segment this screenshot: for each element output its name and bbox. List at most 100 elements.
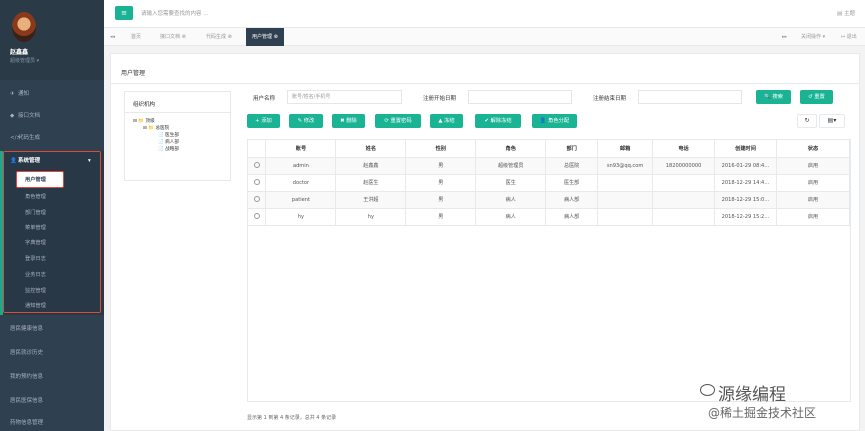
nav-item-codegen[interactable]: </>代码生成: [0, 131, 104, 145]
tab-codegen[interactable]: 代码生成 ⊗: [206, 28, 232, 46]
reset-password-button[interactable]: ⟳ 重置密码: [375, 114, 421, 128]
tree-node-patient-dept[interactable]: 📄 病人部: [158, 139, 179, 145]
tab-api-docs[interactable]: 接口文档 ⊗: [160, 28, 186, 46]
tree-node-root[interactable]: ⊟ 📁 顶级: [133, 118, 155, 124]
radio-icon[interactable]: [253, 195, 260, 202]
cell-name: hy: [335, 208, 407, 226]
cell-account: doctor: [265, 174, 337, 192]
nav-item-health-info[interactable]: 居民健康信息: [0, 322, 104, 336]
tabs-prev-icon[interactable]: ◂◂: [110, 28, 115, 46]
col-phone[interactable]: 电话: [652, 140, 716, 158]
page-title: 用户管理: [121, 70, 146, 77]
close-ops-dropdown[interactable]: 关闭操作 ▾: [801, 28, 825, 46]
reset-button[interactable]: ↺ 重置: [800, 90, 833, 104]
content-panel: 用户管理 组织机构 ⊟ 📁 顶级 ⊟ 📁 总医院 📄 医生部 📄 病人部 📄 战…: [110, 53, 860, 431]
search-button[interactable]: 🔍 搜索: [756, 90, 791, 104]
theme-button[interactable]: ▤ 主题: [837, 9, 855, 17]
end-date-label: 注册结束日期: [593, 96, 627, 102]
table-row[interactable]: doctor 赵医生 男 医生 医生部 2018-12-29 14:4… 启用: [248, 174, 850, 192]
col-name[interactable]: 姓名: [335, 140, 407, 158]
avatar[interactable]: [12, 12, 36, 42]
col-dept[interactable]: 部门: [545, 140, 599, 158]
table-row[interactable]: patient 王洪超 男 病人 病人部 2018-12-29 15:0… 启用: [248, 191, 850, 209]
columns-toggle-icon[interactable]: ▤▾: [819, 114, 845, 128]
row-radio[interactable]: [248, 208, 267, 226]
table-row[interactable]: hy hy 男 病人 病人部 2018-12-29 15:2… 启用: [248, 208, 850, 226]
end-date-input[interactable]: [638, 90, 742, 104]
row-radio[interactable]: [248, 191, 267, 209]
tree-node-doctor-dept[interactable]: 📄 医生部: [158, 132, 179, 138]
cell-status: 启用: [776, 174, 850, 192]
tabs-next-icon[interactable]: ▸▸: [782, 28, 787, 46]
cell-dept: 病人部: [545, 191, 599, 209]
radio-icon[interactable]: [253, 178, 260, 185]
user-table: 账号 姓名 性别 角色 部门 邮箱 电话 创建时间 状态 admin 赵鑫鑫 男: [247, 139, 851, 402]
nav-item-drug-mgmt[interactable]: 药物信息管理: [0, 416, 104, 430]
cell-dept: 总医院: [545, 157, 599, 175]
username-label: 用户名称: [253, 96, 276, 102]
start-date-input[interactable]: [468, 90, 572, 104]
col-role[interactable]: 角色: [475, 140, 547, 158]
top-bar: ≡ 请输入您需要查找的内容 … ▤ 主题: [104, 0, 865, 28]
tabs-bar: ◂◂ 首页 接口文档 ⊗ 代码生成 ⊗ 用户管理 ⊗ ▸▸ 关闭操作 ▾ ↦ 退…: [104, 28, 865, 46]
tree-node-hospital[interactable]: ⊟ 📁 总医院: [143, 125, 169, 131]
annotation-box: [3, 151, 101, 313]
code-icon: </>: [10, 135, 22, 141]
cell-role: 病人: [475, 191, 547, 209]
cell-account: admin: [265, 157, 337, 175]
cell-account: patient: [265, 191, 337, 209]
col-select: [248, 140, 267, 158]
menu-toggle-button[interactable]: ≡: [115, 6, 133, 20]
col-account[interactable]: 账号: [265, 140, 337, 158]
edit-button[interactable]: ✎ 修改: [289, 114, 323, 128]
assign-role-button[interactable]: 👤 角色分配: [532, 114, 577, 128]
tab-user-mgmt[interactable]: 用户管理 ⊗: [246, 28, 284, 46]
delete-button[interactable]: ✖ 删除: [332, 114, 365, 128]
tree-node-strategy-dept[interactable]: 📄 战略部: [158, 146, 179, 152]
username-input[interactable]: 账号/姓名/手机号: [287, 90, 402, 104]
watermark-subtitle: @稀土掘金技术社区: [708, 406, 817, 420]
radio-icon[interactable]: [253, 212, 260, 219]
tab-home[interactable]: 首页: [131, 28, 141, 46]
divider: [111, 83, 859, 84]
watermark-logo-icon: [700, 384, 715, 396]
cell-phone: [652, 208, 716, 226]
search-input[interactable]: 请输入您需要查找的内容 …: [141, 9, 209, 17]
cell-role: 超级管理员: [475, 157, 547, 175]
cell-created: 2018-12-29 15:0…: [714, 191, 777, 209]
row-radio[interactable]: [248, 157, 267, 175]
profile-panel: 赵鑫鑫 超级管理员 ▾: [0, 0, 104, 80]
user-role-dropdown[interactable]: 超级管理员 ▾: [10, 57, 39, 64]
nav-item-visit-history[interactable]: 居民就诊历史: [0, 346, 104, 360]
nav-label: 代码生成: [18, 135, 41, 141]
cell-name: 赵医生: [335, 174, 407, 192]
nav-item-my-appointments[interactable]: 我的预约信息: [0, 370, 104, 384]
unfreeze-button[interactable]: ✔ 解除冻结: [475, 114, 521, 128]
org-panel: 组织机构 ⊟ 📁 顶级 ⊟ 📁 总医院 📄 医生部 📄 病人部 📄 战略部: [124, 91, 231, 181]
nav-item-insurance[interactable]: 居民医保信息: [0, 394, 104, 408]
radio-icon[interactable]: [253, 161, 260, 168]
cell-dept: 医生部: [545, 174, 599, 192]
row-radio[interactable]: [248, 174, 267, 192]
nav-item-api-docs[interactable]: ◆ 接口文档: [0, 109, 104, 123]
table-header-row: 账号 姓名 性别 角色 部门 邮箱 电话 创建时间 状态: [248, 140, 850, 158]
refresh-icon[interactable]: ↻: [797, 114, 817, 128]
cell-created: 2018-12-29 15:2…: [714, 208, 777, 226]
cell-email: [597, 191, 654, 209]
nav-item-notice[interactable]: ✈ 通知: [0, 87, 104, 101]
freeze-button[interactable]: ▲ 冻结: [430, 114, 463, 128]
table-row[interactable]: admin 赵鑫鑫 男 超级管理员 总医院 sn93@qq.com 182000…: [248, 157, 850, 175]
col-email[interactable]: 邮箱: [597, 140, 654, 158]
nav-label: 接口文档: [18, 113, 41, 119]
cell-gender: 男: [405, 174, 477, 192]
theme-icon: ▤: [837, 11, 843, 17]
cell-role: 病人: [475, 208, 547, 226]
diamond-icon: ◆: [10, 113, 15, 119]
logout-button[interactable]: ↦ 退出: [841, 28, 857, 46]
cell-created: 2018-12-29 14:4…: [714, 174, 777, 192]
col-gender[interactable]: 性别: [405, 140, 477, 158]
add-button[interactable]: + 添加: [247, 114, 280, 128]
cell-status: 启用: [776, 157, 850, 175]
col-created[interactable]: 创建时间: [714, 140, 777, 158]
col-status[interactable]: 状态: [776, 140, 850, 158]
